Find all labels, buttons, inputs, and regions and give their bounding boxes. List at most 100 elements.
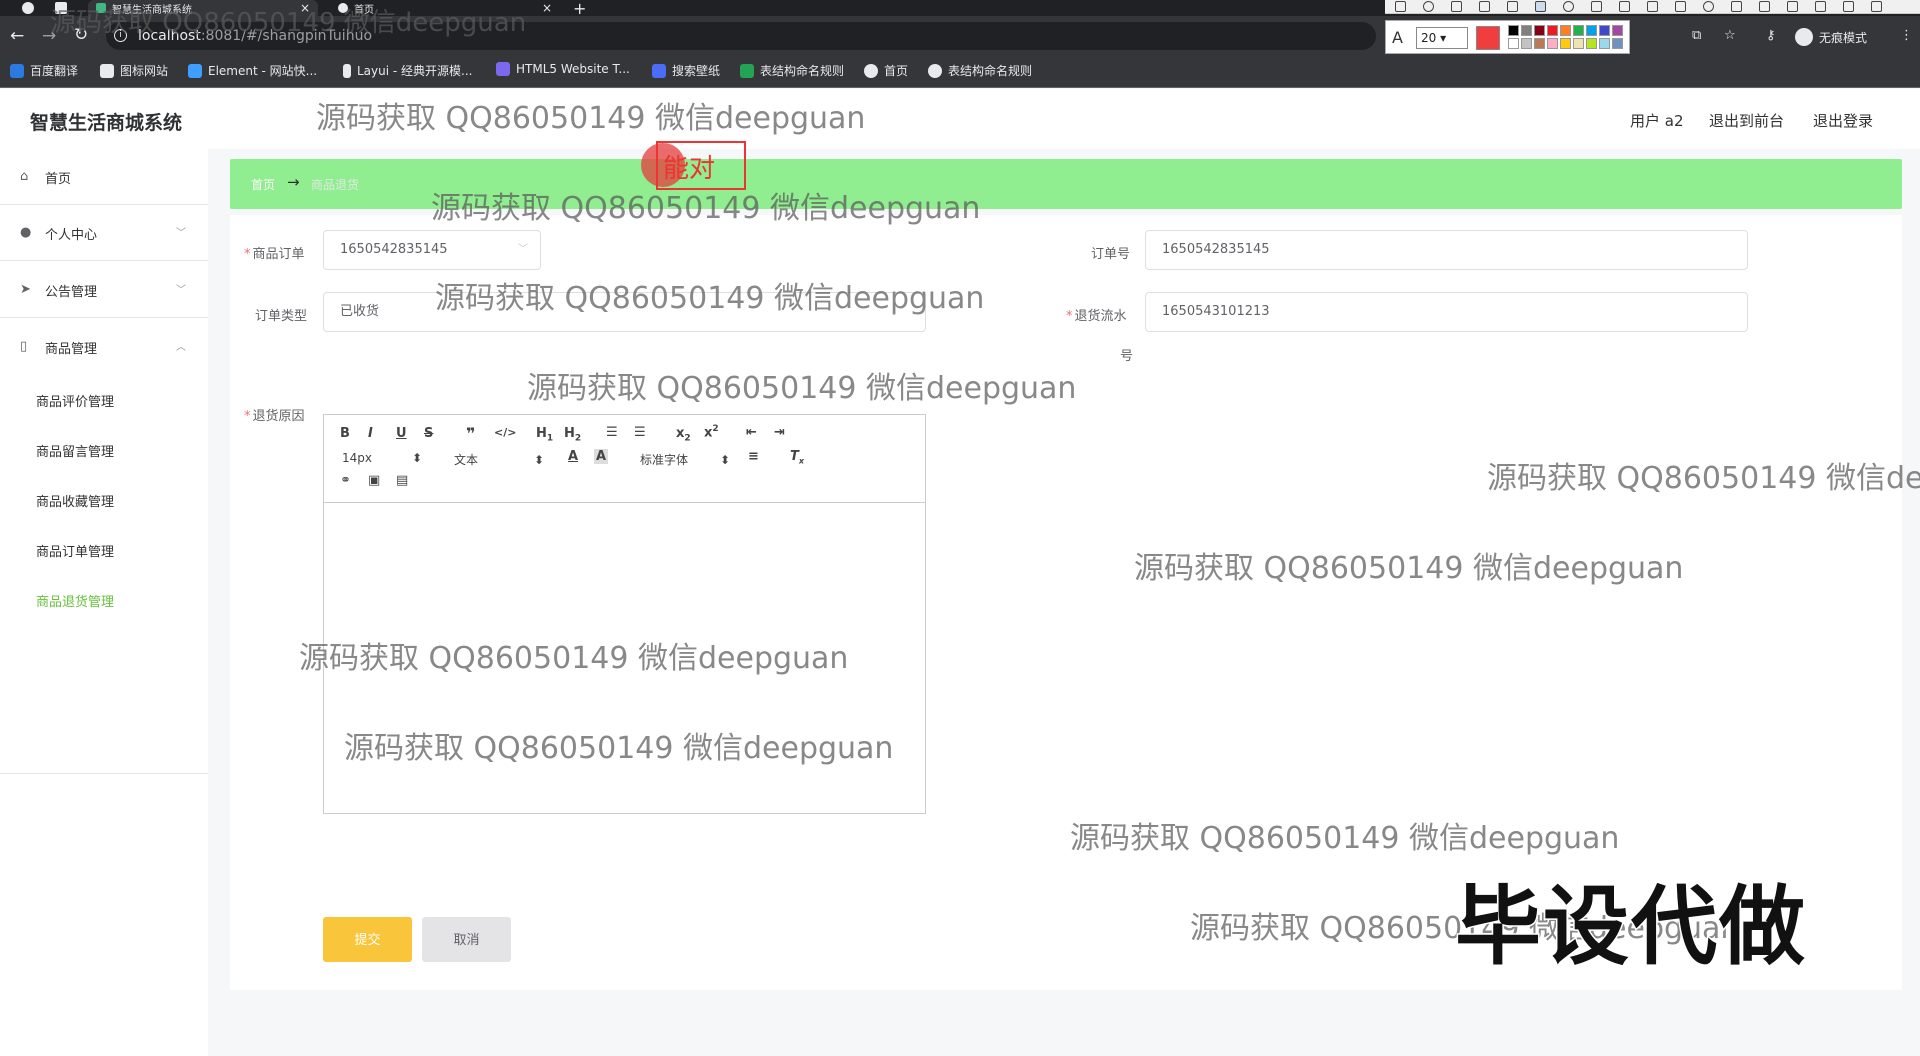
color-swatch[interactable]	[1521, 25, 1532, 36]
italic-icon[interactable]: I	[368, 426, 373, 441]
color-swatch[interactable]	[1573, 38, 1584, 49]
bookmark-item[interactable]: 百度翻译	[10, 62, 78, 79]
color-swatch[interactable]	[1612, 38, 1623, 49]
bookmark-item[interactable]: Element - 网站快...	[188, 62, 317, 79]
current-color-swatch[interactable]	[1476, 26, 1500, 50]
sheet-icon	[740, 63, 754, 78]
breadcrumb-home[interactable]: 首页	[251, 176, 275, 193]
submit-button[interactable]: 提交	[323, 917, 412, 962]
record-icon[interactable]	[1703, 1, 1714, 12]
bullet-list-icon[interactable]: ☰	[634, 425, 646, 440]
copy-icon[interactable]	[1647, 1, 1658, 12]
undo-icon[interactable]	[1591, 1, 1602, 12]
back-icon[interactable]: ←	[10, 26, 24, 46]
serial-label-wrap: 号	[1120, 349, 1134, 364]
back-to-front-link[interactable]: 退出到前台	[1709, 110, 1784, 131]
underline-icon[interactable]: U	[396, 426, 407, 441]
font-size-picker[interactable]: 14px ⬍	[342, 451, 422, 465]
translate-icon[interactable]: ⧉	[1692, 28, 1701, 43]
sidebar-subitem-favorites[interactable]: 商品收藏管理	[36, 491, 114, 510]
cut-icon[interactable]	[1619, 1, 1630, 12]
code-block-icon[interactable]: </>	[494, 426, 516, 439]
header1-icon[interactable]: H1	[536, 426, 553, 444]
bookmark-item[interactable]: 首页	[864, 62, 908, 79]
bookmark-item[interactable]: HTML5 Website T...	[496, 62, 630, 76]
sidebar-subitem-messages[interactable]: 商品留言管理	[36, 441, 114, 460]
cancel-button[interactable]: 取消	[422, 917, 511, 962]
color-swatch[interactable]	[1586, 38, 1597, 49]
check-icon[interactable]	[1871, 1, 1882, 12]
sidebar-subitem-reviews[interactable]: 商品评价管理	[36, 391, 114, 410]
serial-field[interactable]: 1650543101213	[1145, 292, 1748, 332]
ellipse-tool-icon[interactable]	[1423, 1, 1434, 12]
background-color-icon[interactable]: A	[594, 449, 609, 464]
color-swatch[interactable]	[1560, 38, 1571, 49]
paragraph-picker[interactable]: 文本 ⬍	[454, 451, 544, 468]
ordered-list-icon[interactable]: ☰	[606, 425, 618, 440]
color-swatch[interactable]	[1534, 25, 1545, 36]
sidebar-item-personal-center[interactable]: ● 个人中心 ﹀	[0, 205, 208, 261]
color-swatch[interactable]	[1573, 25, 1584, 36]
bookmark-item[interactable]: Layui - 经典开源模...	[343, 62, 472, 79]
color-swatch[interactable]	[1560, 25, 1571, 36]
sidebar-subitem-orders[interactable]: 商品订单管理	[36, 541, 114, 560]
save-icon[interactable]	[1759, 1, 1770, 12]
color-swatch[interactable]	[1508, 25, 1519, 36]
bookmark-item[interactable]: 图标网站	[100, 62, 168, 79]
pen-tool-icon[interactable]	[1479, 1, 1490, 12]
browser-logo-icon	[22, 2, 34, 14]
color-swatch[interactable]	[1521, 38, 1532, 49]
font-color-icon[interactable]: A	[568, 449, 578, 464]
superscript-icon[interactable]: x2	[704, 424, 719, 440]
sidebar-item-announcements[interactable]: ➤ 公告管理 ﹀	[0, 262, 208, 318]
number-tool-icon[interactable]	[1563, 1, 1574, 12]
color-swatch[interactable]	[1547, 38, 1558, 49]
color-swatch[interactable]	[1508, 38, 1519, 49]
color-swatch[interactable]	[1586, 25, 1597, 36]
color-swatch[interactable]	[1534, 38, 1545, 49]
header2-icon[interactable]: H2	[564, 426, 581, 444]
watermark-text: 源码获取 QQ86050149 微信deepguan	[1134, 551, 1684, 586]
clean-format-icon[interactable]: Tx	[790, 449, 804, 466]
mosaic-tool-icon[interactable]	[1507, 1, 1518, 12]
order-no-field[interactable]: 1650542835145	[1145, 230, 1748, 270]
indent-icon[interactable]: ⇥	[774, 425, 785, 440]
color-swatch[interactable]	[1599, 25, 1610, 36]
font-family-picker[interactable]: 标准字体 ⬍	[640, 451, 730, 468]
blockquote-icon[interactable]: ❞	[466, 424, 475, 443]
logout-link[interactable]: 退出登录	[1813, 110, 1873, 131]
share-icon[interactable]	[1787, 1, 1798, 12]
close-icon[interactable]	[1843, 1, 1854, 12]
video-icon[interactable]: ▤	[396, 473, 408, 488]
download-icon[interactable]	[1731, 1, 1742, 12]
bookmark-icon[interactable]	[1815, 1, 1826, 12]
subscript-icon[interactable]: x2	[676, 426, 691, 444]
pin-icon[interactable]	[1675, 1, 1686, 12]
strike-icon[interactable]: S	[424, 426, 433, 441]
sidebar-subitem-returns[interactable]: 商品退货管理	[36, 591, 114, 610]
color-swatch[interactable]	[1547, 25, 1558, 36]
rectangle-tool-icon[interactable]	[1395, 1, 1406, 12]
bookmark-item[interactable]: 表结构命名规则	[928, 62, 1032, 79]
bold-icon[interactable]: B	[340, 426, 350, 441]
sidebar-item-products[interactable]: ▯ 商品管理 ︿	[0, 319, 208, 375]
incognito-profile[interactable]: 无痕模式	[1795, 28, 1867, 46]
order-select[interactable]: 1650542835145 ﹀	[323, 230, 541, 270]
bookmark-item[interactable]: 搜索壁纸	[652, 62, 720, 79]
link-icon[interactable]: ⚭	[340, 473, 351, 488]
text-tool-icon[interactable]	[1535, 1, 1546, 12]
key-icon[interactable]: ⚷	[1766, 28, 1776, 43]
element-icon	[188, 63, 202, 78]
close-icon[interactable]: ×	[542, 1, 552, 15]
color-swatch[interactable]	[1612, 25, 1623, 36]
arrow-tool-icon[interactable]	[1451, 1, 1462, 12]
bookmark-item[interactable]: 表结构命名规则	[740, 62, 844, 79]
menu-icon[interactable]: ⋮	[1900, 28, 1913, 43]
font-size-select[interactable]: 20 ▾	[1416, 27, 1468, 49]
bookmark-star-icon[interactable]: ☆	[1724, 28, 1736, 43]
color-swatch[interactable]	[1599, 38, 1610, 49]
align-icon[interactable]: ≡	[748, 449, 759, 464]
image-icon[interactable]: ▣	[368, 473, 380, 488]
outdent-icon[interactable]: ⇤	[746, 425, 757, 440]
sidebar-item-home[interactable]: ⌂ 首页	[0, 149, 208, 205]
